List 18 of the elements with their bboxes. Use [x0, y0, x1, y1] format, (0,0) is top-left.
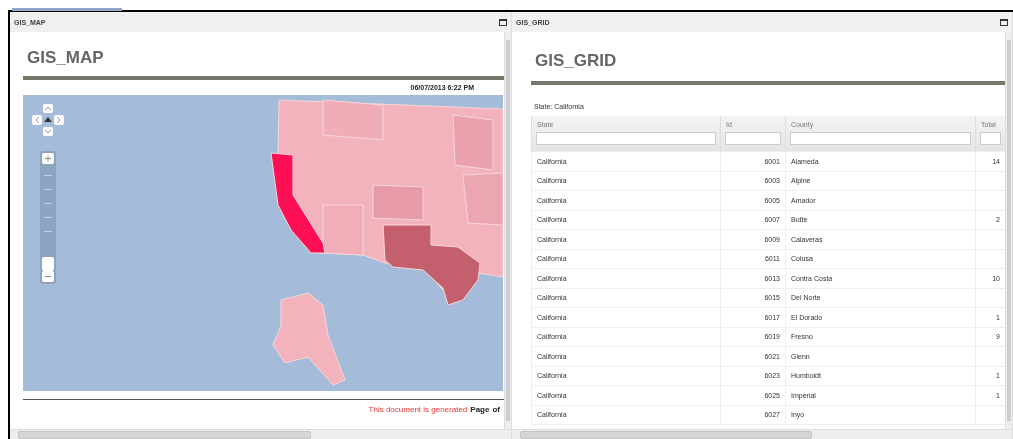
column-filter-field[interactable]: [790, 132, 971, 145]
maximize-icon[interactable]: [1000, 18, 1008, 26]
column-filter-field[interactable]: [725, 132, 781, 145]
report-heading: GIS_GRID: [534, 50, 617, 72]
zoom-slider[interactable]: [40, 151, 56, 284]
column-filter-field[interactable]: [980, 132, 1001, 145]
zoom-thumb[interactable]: [42, 256, 54, 271]
report-heading: GIS_MAP: [26, 47, 104, 69]
horizontal-scrollbar[interactable]: [512, 429, 1012, 439]
horizontal-scrollbar[interactable]: [10, 429, 511, 439]
page-label: Page: [470, 405, 490, 414]
document-notice: This document is generated: [368, 405, 468, 414]
maximize-icon[interactable]: [499, 18, 507, 26]
of-label: of: [492, 405, 500, 414]
zoom-in-icon[interactable]: [42, 153, 54, 164]
zoom-out-icon[interactable]: [42, 271, 54, 282]
pan-control-icon[interactable]: [32, 104, 64, 136]
column-filter-field[interactable]: [536, 132, 716, 145]
